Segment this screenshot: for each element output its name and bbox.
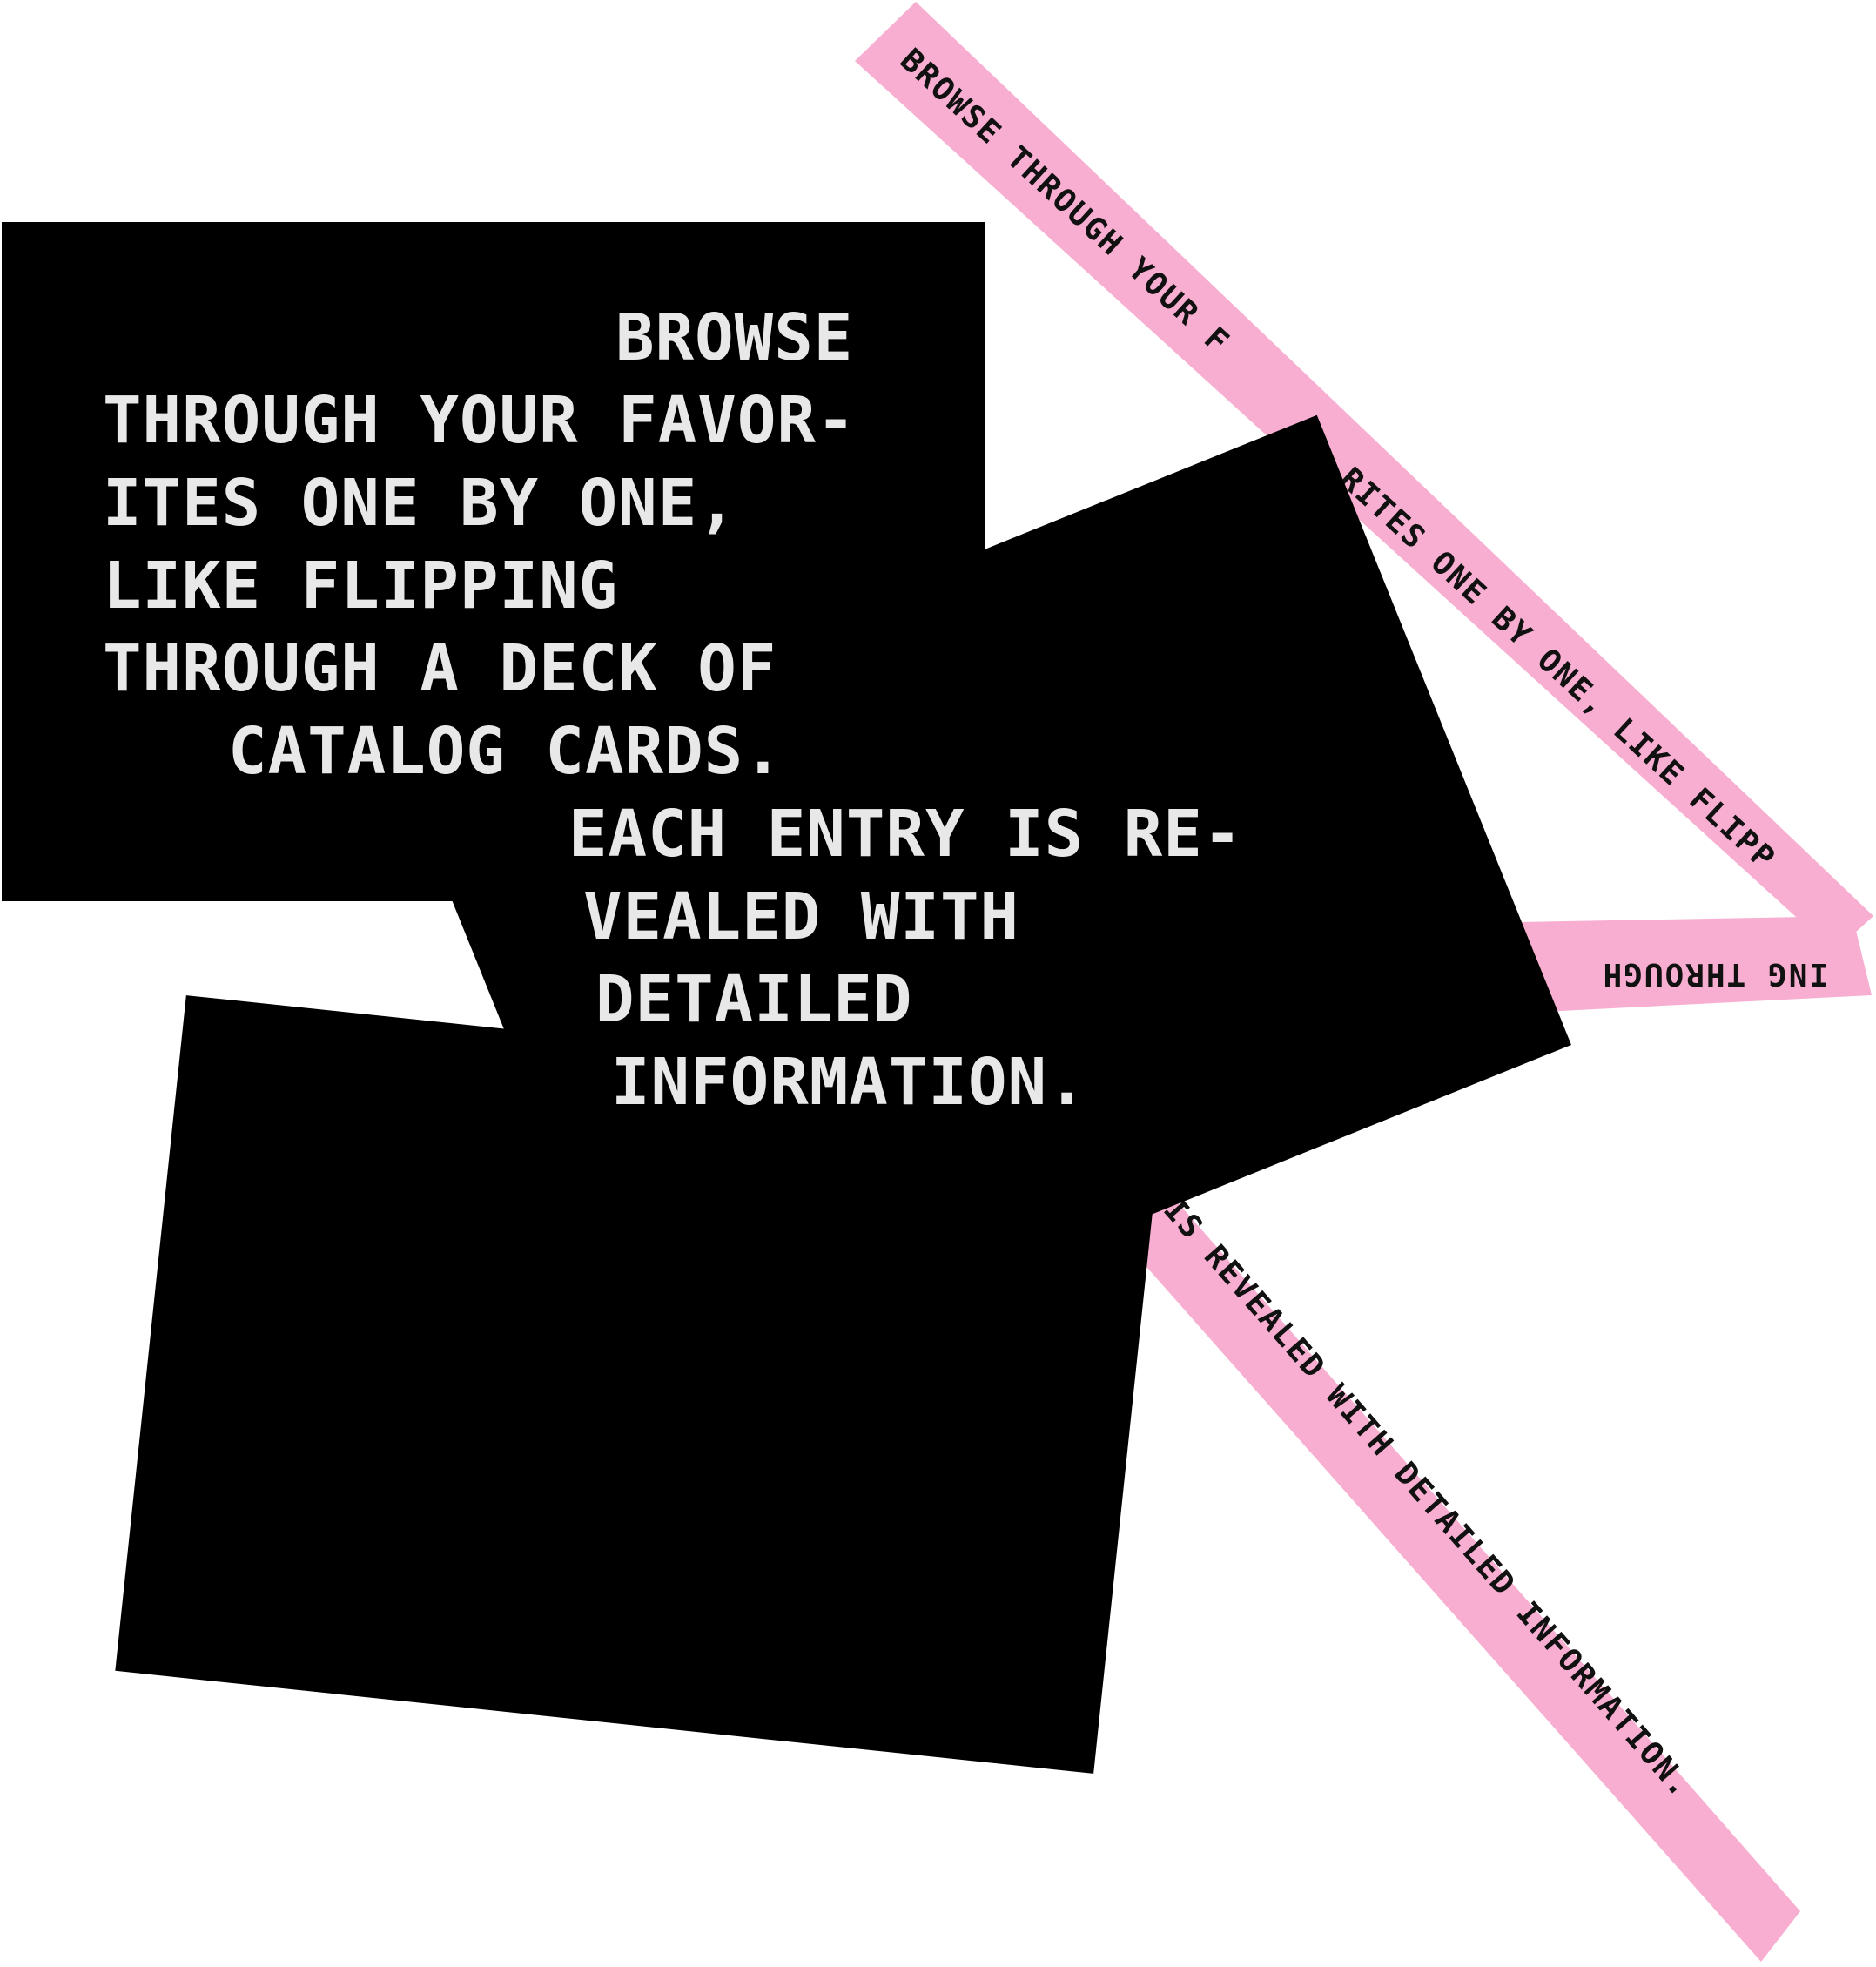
- card-text-line-4: LIKE FLIPPING: [103, 549, 619, 623]
- card-text-line-1: BROWSE: [615, 300, 854, 375]
- card-text-line-9: DETAILED: [595, 962, 913, 1037]
- card-text-line-2: THROUGH YOUR FAVOR-: [103, 383, 857, 458]
- card-text-line-5: THROUGH A DECK OF: [103, 631, 777, 706]
- card-text-line-6: CATALOG CARDS.: [228, 714, 783, 789]
- card-text-line-8: VEALED WITH: [583, 879, 1020, 954]
- tape-label-3: IS REVEALED WITH DETAILED INFORMATION.: [1156, 1192, 1698, 1805]
- tape-label-2: ING THROUGH: [1602, 956, 1828, 992]
- tape-strip-diagonal-lower: [1100, 1166, 1800, 1962]
- card-text-line-7: EACH ENTRY IS RE-: [568, 797, 1243, 872]
- card-text-line-10: INFORMATION.: [611, 1045, 1087, 1120]
- card-text-line-3: ITES ONE BY ONE,: [103, 466, 737, 541]
